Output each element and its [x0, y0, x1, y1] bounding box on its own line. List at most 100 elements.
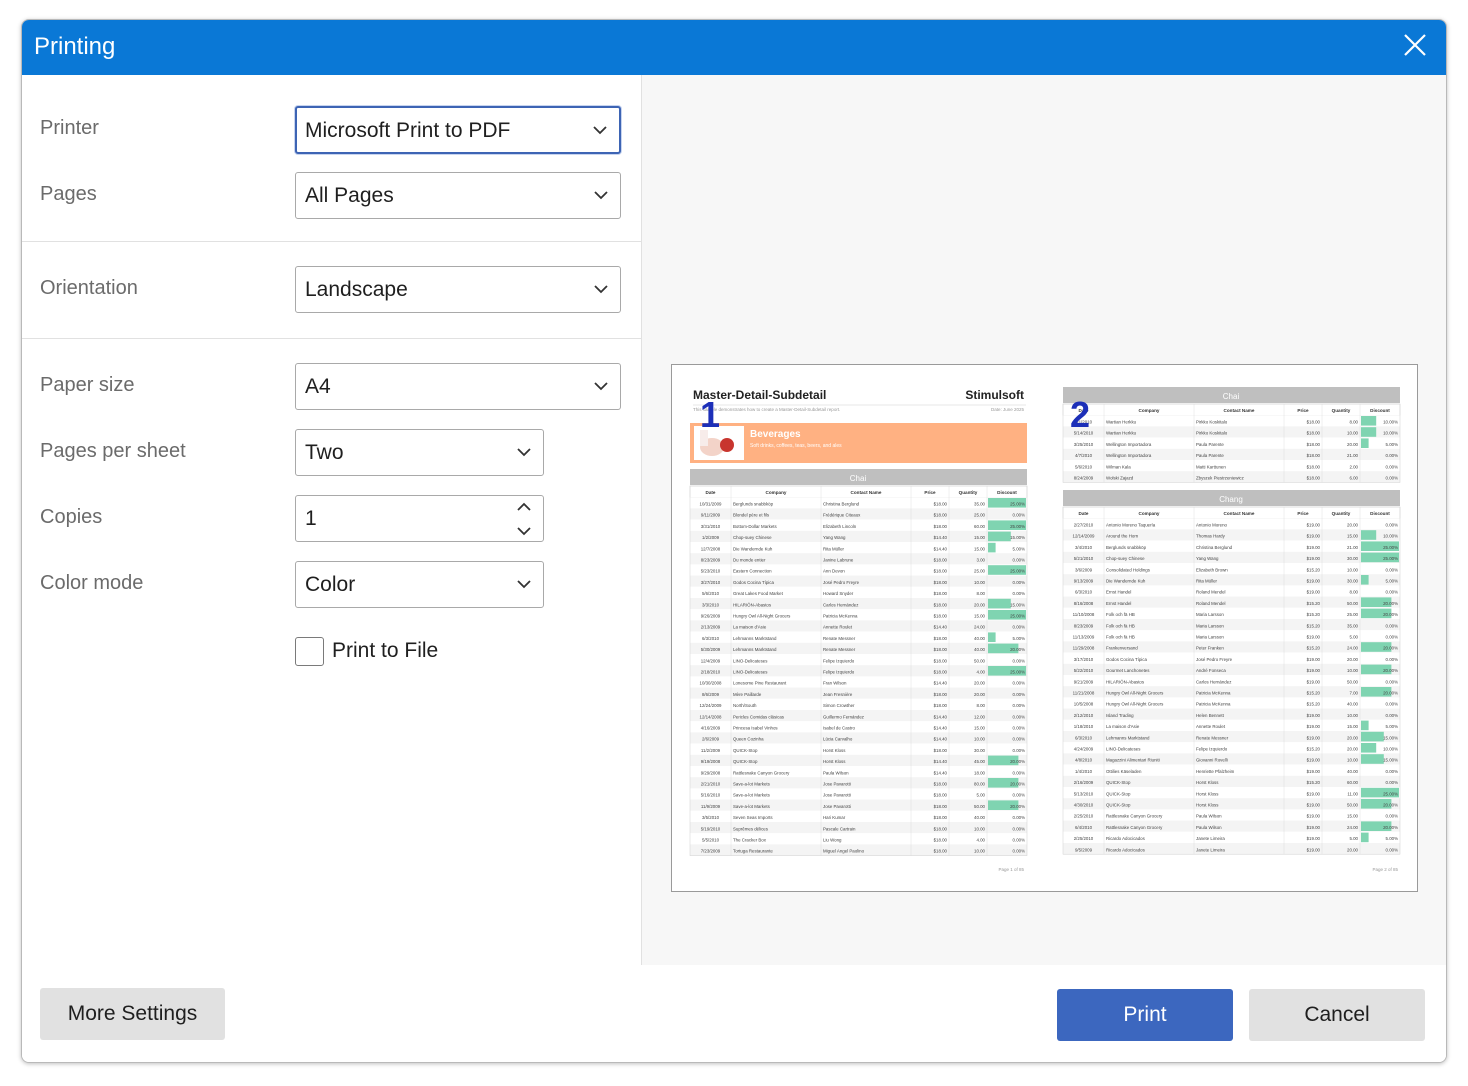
table-cell: HILARIÓN-Abastos — [733, 602, 772, 607]
table-cell: $19.00 — [1307, 758, 1321, 763]
table-cell: $15.20 — [1307, 601, 1321, 606]
table-cell: Carlos Hernández — [1196, 679, 1231, 684]
dialog-title: Printing — [34, 33, 116, 60]
table-cell: Ricardo Adocicados — [1106, 836, 1146, 841]
more-settings-button[interactable]: More Settings — [40, 988, 225, 1040]
table-cell: $19.00 — [1307, 791, 1321, 796]
table-cell: $14.40 — [934, 546, 948, 551]
table-cell: 5.00% — [1386, 836, 1399, 841]
table-cell: 0.00% — [1013, 625, 1026, 630]
table-cell: 11/21/2008 — [1073, 690, 1095, 695]
table-cell: 3/25/2010 — [1074, 442, 1094, 447]
copies-stepper[interactable]: 1 — [295, 495, 544, 542]
table-cell: Maria Larsson — [1196, 612, 1224, 617]
pages-per-sheet-select[interactable]: Two — [295, 429, 544, 476]
table-cell: 25.00% — [1383, 791, 1398, 796]
table-cell: 4.00 — [976, 669, 985, 674]
print-to-file-checkbox[interactable] — [295, 637, 324, 666]
table-cell: 4/30/2010 — [1074, 802, 1094, 807]
table-cell: QUICK-Stop — [1106, 802, 1131, 807]
table-cell: Wilman Kala — [1106, 464, 1131, 469]
table-cell: 0.00% — [1013, 714, 1026, 719]
table-cell: $14.40 — [934, 625, 948, 630]
table-cell: QUICK-Stop — [1106, 791, 1131, 796]
table-cell: 0.00% — [1386, 590, 1399, 595]
column-header: Price — [924, 490, 936, 495]
table-cell: 21.00 — [1347, 545, 1359, 550]
table-cell: Die Wandernde Kuh — [733, 546, 773, 551]
paper-size-label: Paper size — [40, 374, 135, 396]
table-cell: $15.20 — [1307, 646, 1321, 651]
table-cell: Frankenversand — [1106, 646, 1138, 651]
table-cell: Pirkko Koskitalo — [1196, 431, 1228, 436]
column-header: Quantity — [959, 490, 978, 495]
table-cell: Elizabeth Brown — [1196, 567, 1228, 572]
table-cell: 18.00 — [974, 770, 986, 775]
table-cell: 0.00% — [1013, 770, 1026, 775]
table-cell: 10.00 — [974, 826, 986, 831]
table-cell: Eastern Connection — [733, 569, 772, 574]
table-cell: 1/18/2010 — [1074, 724, 1094, 729]
table-cell: 2/25/2010 — [1074, 814, 1094, 819]
table-cell: Berglunds snabbköp — [733, 501, 774, 506]
orientation-select[interactable]: Landscape — [295, 266, 621, 313]
product-name: Chai — [850, 474, 867, 483]
table-cell: Queen Cozinha — [733, 737, 764, 742]
table-cell: 5.00% — [1386, 578, 1399, 583]
table-cell: 20.00 — [1347, 735, 1359, 740]
table-cell: Renate Messner — [823, 636, 856, 641]
table-cell: Felipe Izquierdo — [823, 669, 855, 674]
table-cell: Rita Müller — [1196, 578, 1218, 583]
table-cell: 9/5/2009 — [1075, 847, 1093, 852]
table-cell: Jean Fresnière — [823, 692, 853, 697]
print-to-file-label[interactable]: Print to File — [332, 639, 438, 663]
column-header: Quantity — [1332, 511, 1351, 516]
table-cell: 12/7/2008 — [701, 546, 721, 551]
table-cell: $18.00 — [934, 837, 948, 842]
table-cell: Wartian Herkku — [1106, 431, 1137, 436]
dialog-footer: More Settings Print Cancel — [22, 965, 1446, 1062]
table-cell: Renate Messner — [1196, 735, 1229, 740]
cancel-button[interactable]: Cancel — [1249, 989, 1425, 1041]
pages-select[interactable]: All Pages — [295, 172, 621, 219]
chevron-down-icon — [517, 580, 531, 589]
table-cell: 20.00 — [1347, 442, 1359, 447]
discount-bar — [1361, 438, 1369, 448]
table-cell: Lonesome Pine Restaurant — [733, 681, 787, 686]
printer-select[interactable]: Microsoft Print to PDF — [295, 106, 621, 154]
table-cell: LINO-Delicateses — [1106, 746, 1141, 751]
close-icon[interactable] — [1402, 32, 1428, 58]
table-cell: 3/5/2010 — [702, 815, 720, 820]
discount-bar — [988, 531, 1011, 542]
table-cell: Suprêmes délices — [733, 826, 769, 831]
discount-bar — [1361, 575, 1369, 585]
column-header: Company — [1139, 408, 1160, 413]
table-cell: Jose Pavarotti — [823, 804, 851, 809]
table-cell: Du monde entier — [733, 557, 766, 562]
print-button[interactable]: Print — [1057, 989, 1233, 1041]
table-cell: 20.00% — [1383, 646, 1398, 651]
color-mode-select[interactable]: Color — [295, 561, 544, 608]
paper-size-select[interactable]: A4 — [295, 363, 621, 410]
table-cell: Rattlesnake Canyon Grocery — [1106, 825, 1163, 830]
table-cell: 5/21/2010 — [1074, 556, 1094, 561]
table-cell: 12.00 — [974, 714, 986, 719]
preview-page-1: Master-Detail-Subdetail Stimulsoft This … — [689, 388, 1028, 872]
table-cell: 50.00 — [1347, 601, 1359, 606]
spinner-arrows-icon[interactable] — [517, 502, 531, 536]
table-cell: Horst Kloss — [823, 748, 846, 753]
table-cell: 0.00% — [1386, 522, 1399, 527]
discount-bar — [988, 542, 996, 553]
print-preview: Master-Detail-Subdetail Stimulsoft This … — [642, 75, 1446, 965]
table-cell: 10.00% — [1383, 419, 1398, 424]
report-date: Date: June 2025 — [991, 407, 1025, 412]
table-cell: 1/4/2010 — [1075, 769, 1093, 774]
table-cell: Jose Pavarotti — [823, 793, 851, 798]
table-cell: 15.00 — [974, 546, 986, 551]
table-cell: Janete Limeira — [1196, 847, 1225, 852]
table-cell: 9/19/2008 — [701, 759, 721, 764]
table-cell: 5.00% — [1013, 546, 1026, 551]
table-cell: 0.00% — [1013, 815, 1026, 820]
table-cell: $18.00 — [934, 781, 948, 786]
table-cell: Chop-suey Chinese — [1106, 556, 1145, 561]
